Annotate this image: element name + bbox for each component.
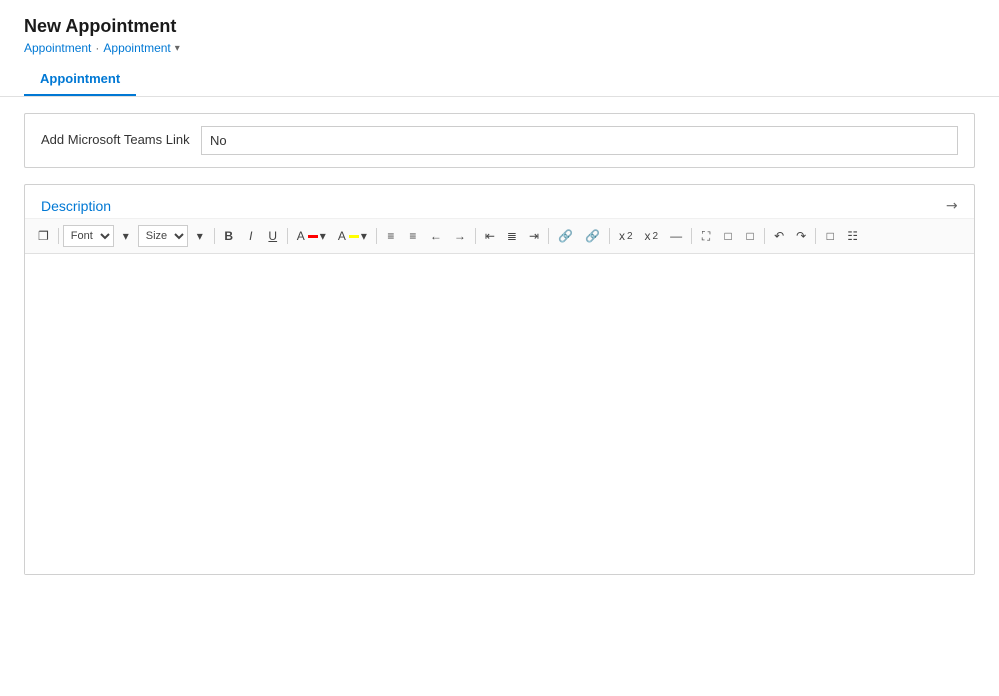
bullet-list-btn[interactable]: ≡ [403, 227, 423, 245]
redo-btn[interactable]: ↷ [791, 227, 811, 245]
link-btn[interactable]: 🔗 [553, 227, 578, 245]
teams-field-row: Add Microsoft Teams Link [25, 114, 974, 167]
horizontal-rule-btn[interactable]: — [665, 227, 687, 245]
breadcrumb-separator: · [95, 41, 99, 55]
toolbar-source-btn[interactable]: ❐ [33, 227, 54, 245]
editor-toolbar: ❐ Font ▾ Size ▾ B I U A▾ A▾ ≡ ≡ ← → ⇤ [25, 219, 974, 254]
font-select[interactable]: Font [63, 225, 114, 247]
align-right-btn[interactable]: ⇥ [524, 227, 544, 245]
description-header: Description ↗ [25, 185, 974, 219]
subscript-btn[interactable]: x2 [640, 227, 664, 245]
toolbar-sep-7 [609, 228, 610, 244]
superscript-btn[interactable]: x2 [614, 227, 638, 245]
teams-field-input-wrapper [201, 126, 958, 155]
toolbar-sep-5 [475, 228, 476, 244]
breadcrumb: Appointment · Appointment ▾ [24, 41, 975, 55]
breadcrumb-dropdown-icon[interactable]: ▾ [175, 43, 180, 54]
numbered-list-btn[interactable]: ≡ [381, 227, 401, 245]
undo-btn[interactable]: ↶ [769, 227, 789, 245]
toolbar-sep-4 [376, 228, 377, 244]
description-editor-body[interactable] [25, 254, 974, 574]
increase-indent-btn[interactable]: → [449, 227, 471, 245]
tab-appointment[interactable]: Appointment [24, 63, 136, 96]
toolbar-sep-3 [287, 228, 288, 244]
toolbar-sep-2 [214, 228, 215, 244]
tab-bar: Appointment [24, 63, 975, 96]
decrease-indent-btn[interactable]: ← [425, 227, 447, 245]
align-left-btn[interactable]: ⇤ [480, 227, 500, 245]
teams-field-label: Add Microsoft Teams Link [41, 131, 201, 149]
maximize-btn[interactable]: □ [820, 227, 840, 245]
unlink-btn[interactable]: 🔗 [580, 227, 605, 245]
description-heading: Description [41, 198, 111, 214]
toolbar-sep-1 [58, 228, 59, 244]
page-title: New Appointment [24, 16, 975, 37]
teams-link-card: Add Microsoft Teams Link [24, 113, 975, 168]
page-header: New Appointment Appointment · Appointmen… [0, 0, 999, 97]
toolbar-sep-10 [815, 228, 816, 244]
image-btn[interactable]: ⛶ [696, 227, 716, 246]
size-select[interactable]: Size [138, 225, 188, 247]
bg-color-btn[interactable]: A▾ [333, 227, 372, 245]
italic-btn[interactable]: I [241, 227, 261, 245]
expand-icon[interactable]: ↗ [942, 195, 962, 215]
toolbar-sep-8 [691, 228, 692, 244]
bold-btn[interactable]: B [219, 227, 239, 245]
align-center-btn[interactable]: ≣ [502, 227, 522, 245]
toolbar-sep-9 [764, 228, 765, 244]
underline-btn[interactable]: U [263, 227, 283, 245]
main-content: Add Microsoft Teams Link Description ↗ ❐… [0, 97, 999, 591]
toolbar-sep-6 [548, 228, 549, 244]
breadcrumb-item-2[interactable]: Appointment [103, 41, 170, 55]
description-card: Description ↗ ❐ Font ▾ Size ▾ B I U A▾ A… [24, 184, 975, 575]
font-dropdown-icon[interactable]: ▾ [116, 227, 136, 245]
size-dropdown-icon[interactable]: ▾ [190, 227, 210, 245]
breadcrumb-item-1[interactable]: Appointment [24, 41, 91, 55]
table-btn[interactable]: □ [718, 227, 738, 245]
font-color-btn[interactable]: A▾ [292, 227, 331, 245]
teams-link-input[interactable] [201, 126, 958, 155]
show-blocks-btn[interactable]: ☷ [842, 227, 863, 245]
table-ops-btn[interactable]: □ [740, 227, 760, 245]
